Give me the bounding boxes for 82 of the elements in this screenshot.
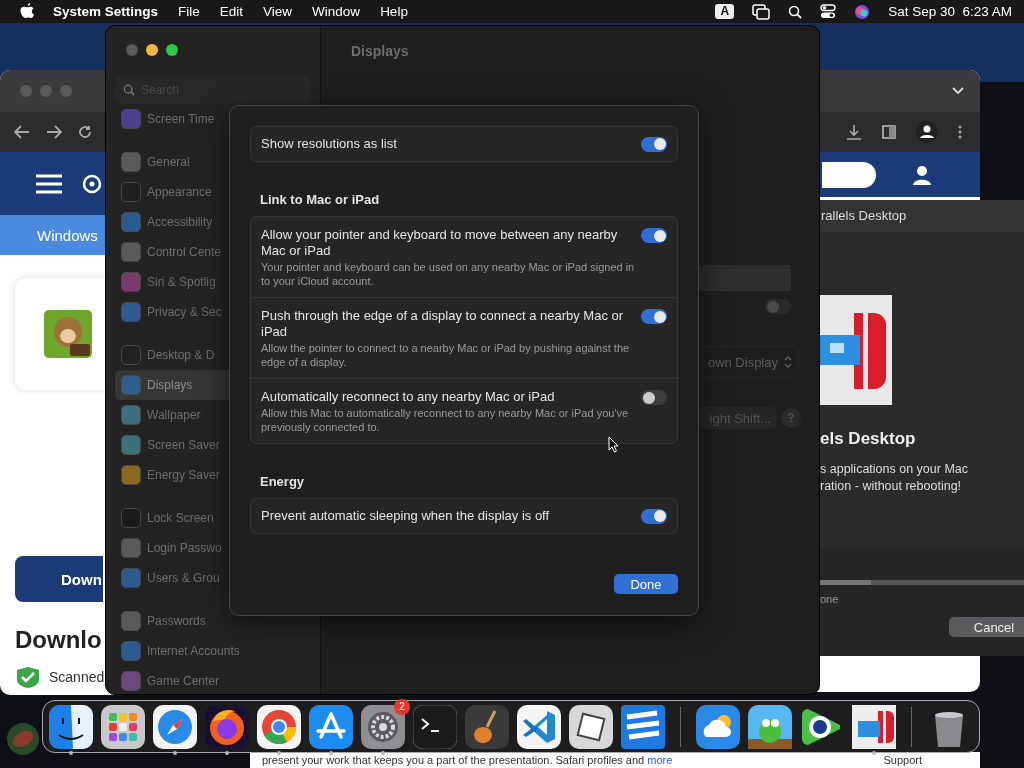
setting-label: Prevent automatic sleeping when the display is off — [261, 508, 551, 524]
sidebar-icon[interactable] — [882, 125, 896, 139]
toggle-switch[interactable] — [641, 136, 667, 152]
setting-description: Allow this Mac to automatically reconnect to any nearby Mac or iPad you've previously connected to. — [261, 406, 630, 434]
menu-item[interactable]: Edit — [219, 4, 244, 19]
target-icon[interactable] — [82, 173, 102, 194]
installer-description: s applications on your Mac ration - without rebooting! — [820, 461, 969, 495]
chevron-down-icon[interactable] — [952, 87, 964, 95]
stripes-icon[interactable] — [621, 704, 665, 749]
installer-heading: els Desktop — [820, 429, 917, 449]
menu-item[interactable]: Window — [312, 4, 361, 19]
toggle-switch[interactable] — [765, 299, 791, 314]
shield-check-icon — [15, 666, 41, 688]
scan-note: Scanned — [49, 669, 105, 685]
pane-title: Displays — [351, 43, 409, 59]
support-link[interactable]: Support — [883, 754, 922, 766]
back-icon[interactable] — [14, 125, 30, 139]
download-button[interactable]: Down — [15, 556, 103, 602]
toggle-switch[interactable] — [641, 309, 667, 324]
notification-badge: 2 — [394, 698, 410, 715]
sidebar-item[interactable]: Passwords — [115, 606, 311, 636]
app-logo-icon — [820, 295, 892, 405]
gear-icon[interactable] — [361, 704, 405, 749]
tilted-square-icon[interactable] — [569, 704, 613, 749]
orb-icon[interactable] — [854, 3, 871, 20]
setting-description: Allow the pointer to connect to a nearby Mac or iPad by pushing against the edge of a display. — [261, 341, 631, 369]
minimize-button[interactable] — [146, 44, 158, 56]
forward-icon[interactable] — [46, 125, 62, 139]
page-heading: Downlo — [15, 626, 102, 654]
creature-icon[interactable] — [748, 704, 792, 749]
compass-icon[interactable] — [153, 704, 197, 749]
input-source-indicator[interactable]: A — [715, 4, 735, 19]
reload-icon[interactable] — [78, 125, 92, 139]
progress-status: one — [820, 593, 840, 605]
window-bars-icon[interactable] — [852, 704, 896, 749]
flame-globe-icon[interactable] — [205, 704, 249, 749]
menu-item[interactable]: Help — [380, 4, 408, 19]
select-value: own Display — [707, 354, 778, 370]
menu-icon[interactable] — [36, 173, 62, 194]
menu-item[interactable]: File — [178, 4, 200, 19]
app-grid-icon[interactable] — [101, 704, 145, 749]
more-icon[interactable] — [958, 125, 962, 139]
profile-icon[interactable] — [916, 121, 938, 143]
terminal-icon[interactable] — [413, 704, 457, 749]
sidebar-item[interactable]: Internet Accounts — [115, 636, 311, 666]
zoom-button[interactable] — [166, 44, 178, 56]
cancel-button[interactable]: Cancel — [949, 617, 1024, 637]
setting-label: Show resolutions as list — [261, 136, 397, 152]
download-icon[interactable] — [846, 124, 862, 140]
cloud-icon[interactable] — [696, 704, 740, 749]
section-title: Energy — [260, 474, 306, 489]
menu-item[interactable]: View — [263, 4, 293, 19]
football-icon[interactable] — [6, 722, 40, 756]
pointer-cursor-icon — [608, 436, 619, 453]
updown-chevron-icon — [784, 356, 792, 368]
clock[interactable]: Sat Sep 30 6:23 AM — [888, 4, 1012, 19]
search-icon[interactable] — [788, 4, 803, 19]
search-pill[interactable] — [822, 161, 876, 188]
setting-label: Allow your pointer and keyboard to move between any nearby Mac or iPad — [261, 227, 619, 259]
person-icon[interactable] — [912, 164, 932, 185]
app-logo-icon — [44, 310, 92, 358]
app-menu[interactable]: System Settings — [53, 4, 159, 19]
page-text: present your work that keeps you a part of the presentation. Safari profiles and more — [262, 754, 673, 766]
setting-label: Push through the edge of a display to connect a nearby Mac or iPad — [261, 308, 625, 340]
control-center-icon[interactable] — [820, 4, 837, 19]
windows-icon[interactable] — [752, 3, 771, 20]
section-title: Link to Mac or iPad — [260, 192, 381, 207]
search-icon — [123, 84, 135, 96]
toggle-switch[interactable] — [641, 228, 667, 243]
nav-tab[interactable]: Windows — [37, 226, 98, 244]
sidebar-item[interactable]: Game Center — [115, 666, 311, 694]
help-button[interactable]: ? — [781, 408, 801, 428]
ribbon-icon[interactable] — [517, 704, 561, 749]
pencil-lines-icon[interactable] — [309, 704, 353, 749]
done-button[interactable]: Done — [614, 574, 678, 594]
toggle-switch[interactable] — [641, 508, 667, 524]
split-face-icon[interactable] — [49, 704, 93, 749]
guitar-icon[interactable] — [465, 704, 509, 749]
more-link[interactable]: more — [647, 754, 673, 766]
toggle-switch[interactable] — [641, 390, 667, 405]
setting-description: Your pointer and keyboard can be used on any nearby Mac or iPad signed in to your iCloud account. — [261, 260, 636, 288]
apple-icon[interactable] — [20, 3, 35, 20]
